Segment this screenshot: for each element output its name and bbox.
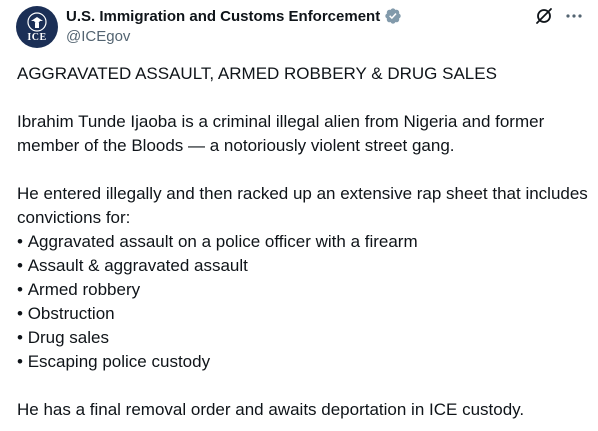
convictions-list: Aggravated assault on a police officer w… [17,230,589,374]
list-item: Obstruction [17,302,589,326]
author-display-name[interactable]: U.S. Immigration and Customs Enforcement [66,8,380,25]
tweet-paragraph-1: Ibrahim Tunde Ijaoba is a criminal illeg… [17,112,545,155]
tweet-body: AGGRAVATED ASSAULT, ARMED ROBBERY & DRUG… [17,62,589,422]
author-handle[interactable]: @ICEgov [66,28,130,45]
tweet-closing: He has a final removal order and awaits … [17,400,525,419]
more-options-icon[interactable] [564,6,584,26]
verified-badge-icon[interactable] [384,7,402,25]
dhs-seal-icon [27,11,47,32]
list-item: Escaping police custody [17,350,589,374]
list-item: Armed robbery [17,278,589,302]
avatar-label: ICE [27,31,47,43]
author-name-row: U.S. Immigration and Customs Enforcement [66,6,402,26]
list-item: Drug sales [17,326,589,350]
avatar[interactable]: ICE [16,6,58,48]
header-actions [534,6,584,26]
list-item: Assault & aggravated assault [17,254,589,278]
grok-icon[interactable] [534,6,554,26]
list-item: Aggravated assault on a police officer w… [17,230,589,254]
tweet-headline: AGGRAVATED ASSAULT, ARMED ROBBERY & DRUG… [17,64,497,83]
tweet-paragraph-2: He entered illegally and then racked up … [17,184,588,227]
